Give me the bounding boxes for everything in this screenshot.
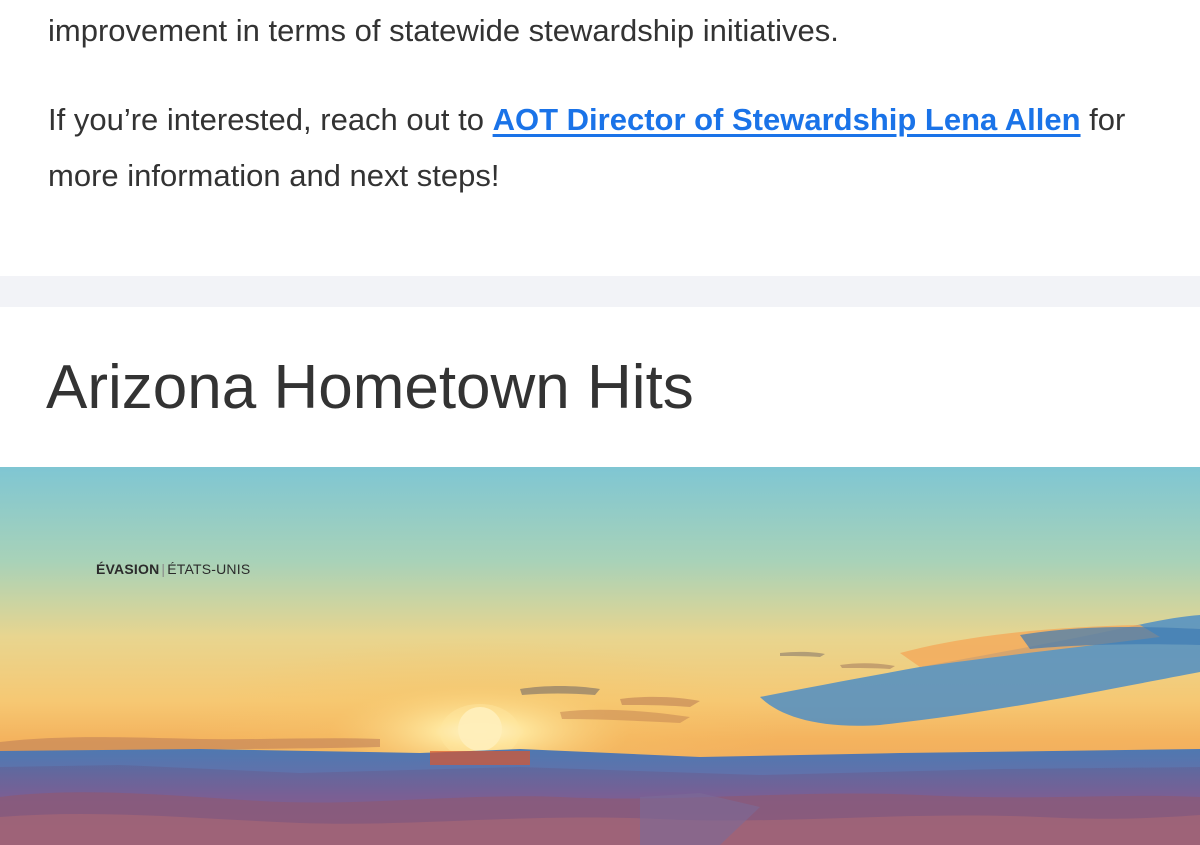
magazine-label: ÉVASION | ÉTATS-UNIS [96,561,250,577]
stewardship-paragraph: improvement in terms of statewide stewar… [48,3,839,59]
contact-text-before: If you’re interested, reach out to [48,102,493,137]
director-contact-link[interactable]: AOT Director of Stewardship Lena Allen [493,102,1081,137]
label-country: ÉTATS-UNIS [167,561,251,577]
hero-image: ÉVASION | ÉTATS-UNIS [0,467,1200,845]
section-title: Arizona Hometown Hits [46,353,694,422]
label-evasion: ÉVASION [96,561,160,577]
stewardship-text: improvement in terms of statewide stewar… [48,13,839,48]
stewardship-section: improvement in terms of statewide stewar… [0,0,1200,276]
hometown-hits-header: Arizona Hometown Hits [0,307,1200,467]
section-divider [0,276,1200,307]
contact-paragraph: If you’re interested, reach out to AOT D… [48,92,1128,204]
sunset-canyon-image [0,467,1200,845]
